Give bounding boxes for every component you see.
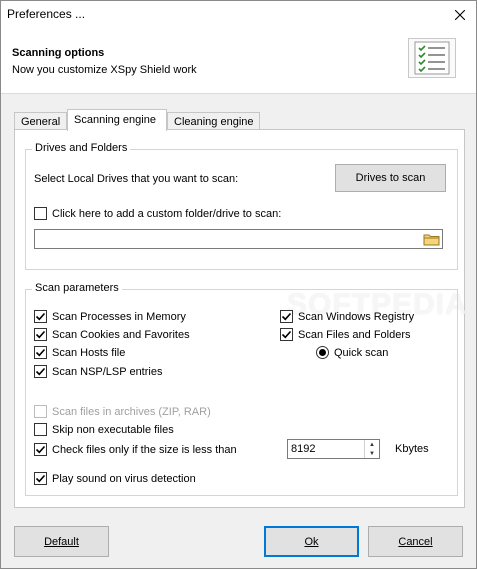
- checkmark-icon: [35, 330, 46, 339]
- checkmark-icon: [35, 367, 46, 376]
- checkmark-icon: [35, 312, 46, 321]
- tab-general-label: General: [21, 116, 61, 128]
- close-button[interactable]: [444, 1, 476, 29]
- scan-processes-row[interactable]: Scan Processes in Memory: [34, 310, 186, 323]
- spinner-arrows: ▲ ▼: [364, 440, 379, 458]
- cancel-button-label: Cancel: [398, 535, 433, 548]
- scanning-engine-panel: Drives and Folders Select Local Drives t…: [14, 129, 467, 508]
- scan-nsp-label: Scan NSP/LSP entries: [52, 365, 163, 378]
- header-title: Scanning options: [12, 47, 105, 59]
- scan-files-checkbox[interactable]: [280, 328, 293, 341]
- scan-registry-checkbox[interactable]: [280, 310, 293, 323]
- window-title: Preferences ...: [7, 7, 86, 21]
- scan-cookies-label: Scan Cookies and Favorites: [52, 328, 190, 341]
- scan-hosts-checkbox[interactable]: [34, 346, 47, 359]
- tab-cleaning-engine-label: Cleaning engine: [174, 116, 254, 128]
- drives-folders-legend: Drives and Folders: [32, 142, 131, 154]
- scan-cookies-checkbox[interactable]: [34, 328, 47, 341]
- radio-dot-icon: [319, 349, 326, 356]
- spin-up-button[interactable]: ▲: [365, 440, 379, 449]
- size-limit-row[interactable]: Check files only if the size is less tha…: [34, 443, 237, 456]
- scan-hosts-row[interactable]: Scan Hosts file: [34, 346, 125, 359]
- folder-icon: [423, 234, 440, 246]
- scan-nsp-row[interactable]: Scan NSP/LSP entries: [34, 365, 162, 378]
- drives-to-scan-button[interactable]: Drives to scan: [335, 164, 446, 192]
- header-separator: [1, 93, 476, 94]
- scan-archives-label: Scan files in archives (ZIP, RAR): [52, 405, 211, 418]
- scan-archives-checkbox: [34, 405, 47, 418]
- size-limit-checkbox[interactable]: [34, 443, 47, 456]
- checkmark-icon: [35, 348, 46, 357]
- scan-cookies-row[interactable]: Scan Cookies and Favorites: [34, 328, 190, 341]
- size-unit-label: Kbytes: [395, 443, 429, 455]
- checklist-icon: [408, 38, 456, 78]
- scan-nsp-checkbox[interactable]: [34, 365, 47, 378]
- quick-scan-row[interactable]: Quick scan: [316, 346, 388, 359]
- scan-registry-label: Scan Windows Registry: [298, 310, 415, 323]
- custom-folder-checkbox[interactable]: [34, 207, 47, 220]
- scan-processes-checkbox[interactable]: [34, 310, 47, 323]
- checkmark-icon: [35, 445, 46, 454]
- spin-down-button[interactable]: ▼: [365, 449, 379, 458]
- tab-scanning-engine-label: Scanning engine: [74, 114, 156, 126]
- close-icon: [455, 10, 465, 20]
- play-sound-label: Play sound on virus detection: [52, 472, 196, 485]
- play-sound-checkbox[interactable]: [34, 472, 47, 485]
- header-subtitle: Now you customize XSpy Shield work: [12, 64, 197, 76]
- skip-nonexec-checkbox[interactable]: [34, 423, 47, 436]
- skip-nonexec-label: Skip non executable files: [52, 423, 174, 436]
- size-limit-spinner[interactable]: 8192 ▲ ▼: [287, 439, 380, 459]
- title-bar: Preferences ...: [1, 1, 476, 29]
- scan-registry-row[interactable]: Scan Windows Registry: [280, 310, 414, 323]
- default-button[interactable]: Default: [14, 526, 109, 557]
- skip-nonexec-row[interactable]: Skip non executable files: [34, 423, 174, 436]
- scan-hosts-label: Scan Hosts file: [52, 346, 126, 359]
- checkmark-icon: [281, 330, 292, 339]
- triangle-down-icon: ▼: [369, 450, 375, 457]
- size-limit-value: 8192: [291, 443, 316, 455]
- checkmark-icon: [281, 312, 292, 321]
- preferences-window: Preferences ... Scanning options Now you…: [0, 0, 477, 569]
- browse-folder-button[interactable]: [423, 231, 440, 247]
- cancel-button[interactable]: Cancel: [368, 526, 463, 557]
- quick-scan-label: Quick scan: [334, 346, 389, 359]
- play-sound-row[interactable]: Play sound on virus detection: [34, 472, 196, 485]
- scan-files-row[interactable]: Scan Files and Folders: [280, 328, 411, 341]
- ok-button-label: Ok: [304, 535, 319, 548]
- ok-button[interactable]: Ok: [264, 526, 359, 557]
- dialog-footer: Default Ok Cancel: [1, 513, 476, 568]
- tab-scanning-engine[interactable]: Scanning engine: [67, 109, 167, 131]
- scan-processes-label: Scan Processes in Memory: [52, 310, 186, 323]
- custom-folder-label: Click here to add a custom folder/drive …: [52, 207, 282, 220]
- scan-files-label: Scan Files and Folders: [298, 328, 411, 341]
- triangle-up-icon: ▲: [369, 441, 375, 448]
- quick-scan-radio[interactable]: [316, 346, 329, 359]
- scan-parameters-legend: Scan parameters: [32, 282, 122, 294]
- custom-path-input[interactable]: [34, 229, 443, 249]
- drives-to-scan-label: Drives to scan: [355, 172, 426, 184]
- custom-folder-row[interactable]: Click here to add a custom folder/drive …: [34, 207, 281, 220]
- checkmark-icon: [35, 474, 46, 483]
- header-banner: Scanning options Now you customize XSpy …: [1, 29, 476, 93]
- drives-folders-group: Drives and Folders Select Local Drives t…: [25, 142, 458, 270]
- scan-parameters-group: Scan parameters Scan Processes in Memory…: [25, 282, 458, 496]
- default-button-label: Default: [44, 535, 79, 548]
- select-drives-label: Select Local Drives that you want to sca…: [34, 173, 239, 185]
- size-limit-label: Check files only if the size is less tha…: [52, 443, 237, 456]
- scan-archives-row: Scan files in archives (ZIP, RAR): [34, 405, 211, 418]
